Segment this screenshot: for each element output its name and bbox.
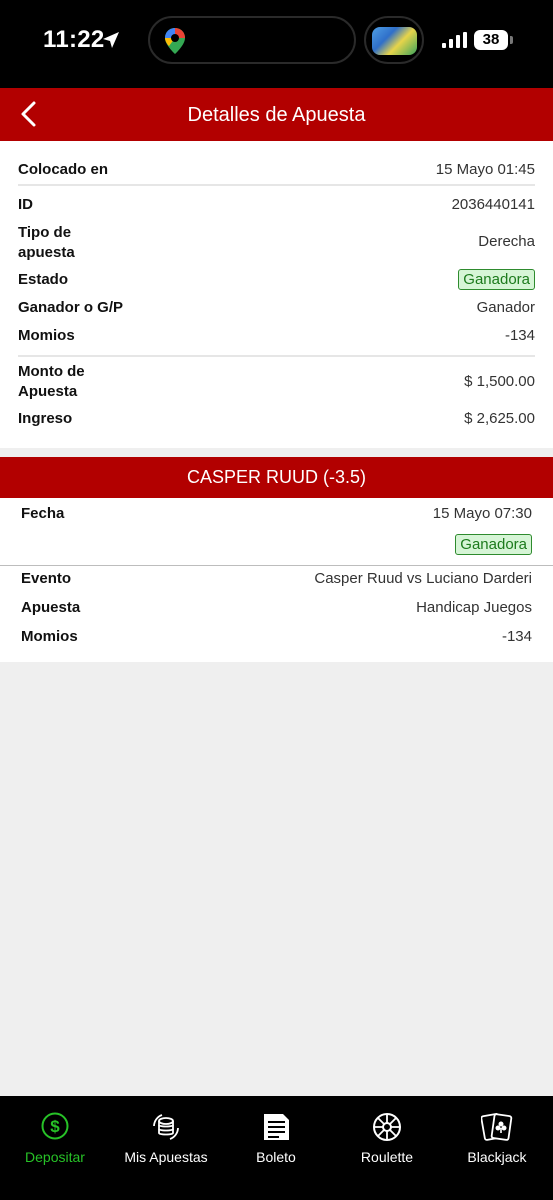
status-bar: 11:22 38 bbox=[0, 0, 553, 88]
dynamic-island bbox=[148, 16, 356, 64]
bottom-tab-bar: $ Depositar Mis Apuestas Boleto Roulette bbox=[0, 1096, 553, 1200]
status-label: Estado bbox=[18, 271, 69, 288]
battery-indicator: 38 bbox=[474, 30, 508, 50]
id-label: ID bbox=[18, 196, 33, 213]
location-arrow-icon bbox=[103, 32, 119, 48]
coins-refresh-icon bbox=[153, 1114, 179, 1140]
tab-label: Blackjack bbox=[467, 1149, 527, 1165]
status-value-wrap: Ganadora bbox=[458, 269, 535, 290]
selection-header: CASPER RUUD (-3.5) bbox=[0, 457, 553, 498]
tab-label: Boleto bbox=[256, 1149, 296, 1165]
placed-value: 15 Mayo 01:45 bbox=[435, 161, 535, 178]
cellular-signal-icon bbox=[442, 32, 467, 48]
battery-tip bbox=[510, 36, 513, 44]
roulette-icon bbox=[373, 1113, 401, 1141]
amount-label-line1: Monto de bbox=[18, 363, 85, 380]
status-badge: Ganadora bbox=[458, 269, 535, 290]
income-label: Ingreso bbox=[18, 410, 73, 427]
tab-label: Roulette bbox=[360, 1149, 414, 1165]
tab-roulette[interactable]: Roulette bbox=[332, 1096, 442, 1176]
selection-odds-label: Momios bbox=[21, 628, 78, 645]
dollar-icon: $ bbox=[41, 1112, 69, 1140]
selection-odds-value: -134 bbox=[501, 628, 532, 645]
bet-type-label-line1: Tipo de bbox=[18, 224, 72, 241]
selection-card: Fecha 15 Mayo 07:30 Ganadora Evento Casp… bbox=[0, 498, 553, 662]
bet-details-card: Colocado en 15 Mayo 01:45 ID 2036440141 … bbox=[0, 141, 553, 448]
app-thumbnail bbox=[372, 27, 417, 55]
placed-label: Colocado en bbox=[18, 161, 109, 178]
tab-boleto[interactable]: Boleto bbox=[221, 1096, 331, 1176]
date-value: 15 Mayo 07:30 bbox=[432, 505, 532, 522]
amount-row: Monto de Apuesta $ 1,500.00 bbox=[18, 362, 535, 402]
clock: 11:22 bbox=[43, 26, 105, 53]
bet-label: Apuesta bbox=[21, 599, 81, 616]
selection-status-badge: Ganadora bbox=[455, 534, 532, 555]
page-title: Detalles de Apuesta bbox=[187, 104, 366, 126]
date-label: Fecha bbox=[21, 505, 65, 522]
odds-label: Momios bbox=[18, 327, 75, 344]
amount-value: $ 1,500.00 bbox=[464, 373, 535, 390]
tab-depositar[interactable]: $ Depositar bbox=[0, 1096, 110, 1176]
tab-label: Mis Apuestas bbox=[124, 1149, 208, 1165]
cards-icon bbox=[481, 1113, 513, 1141]
tab-mis-apuestas[interactable]: Mis Apuestas bbox=[111, 1096, 221, 1176]
selection-status-wrap: Ganadora bbox=[455, 534, 532, 555]
ticket-icon bbox=[264, 1114, 289, 1140]
svg-text:$: $ bbox=[50, 1117, 60, 1136]
income-value: $ 2,625.00 bbox=[464, 410, 535, 427]
event-label: Evento bbox=[21, 570, 72, 587]
odds-value: -134 bbox=[504, 327, 535, 344]
winner-value: Ganador bbox=[476, 299, 535, 316]
divider bbox=[0, 565, 553, 566]
id-value: 2036440141 bbox=[451, 196, 535, 213]
bet-type-label-line2: apuesta bbox=[18, 244, 75, 261]
tab-blackjack[interactable]: Blackjack bbox=[442, 1096, 552, 1176]
maps-pin-icon bbox=[165, 28, 185, 54]
divider bbox=[18, 184, 535, 186]
page-header: Detalles de Apuesta bbox=[0, 88, 553, 141]
winner-label: Ganador o G/P bbox=[18, 299, 124, 316]
event-value: Casper Ruud vs Luciano Darderi bbox=[314, 570, 532, 587]
amount-label-line2: Apuesta bbox=[18, 383, 78, 400]
bet-type-value: Derecha bbox=[478, 233, 535, 250]
now-playing-pill[interactable] bbox=[364, 16, 424, 64]
bet-value: Handicap Juegos bbox=[416, 599, 532, 616]
divider bbox=[18, 355, 535, 357]
bet-type-row: Tipo de apuesta Derecha bbox=[18, 223, 535, 263]
tab-label: Depositar bbox=[25, 1149, 85, 1165]
